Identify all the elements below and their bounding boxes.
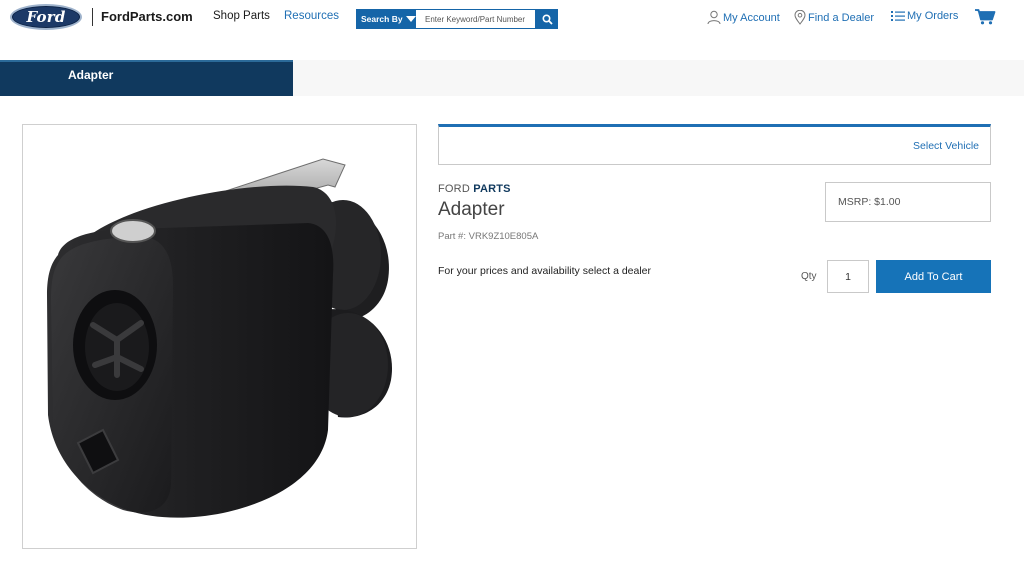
select-vehicle-link[interactable]: Select Vehicle [913,140,979,152]
my-orders-label: My Orders [907,10,959,22]
find-dealer-label: Find a Dealer [808,11,875,24]
qty-label: Qty [801,271,817,282]
search-by-dropdown[interactable]: Search By [356,9,416,29]
site-name-link[interactable]: FordParts.com [101,9,193,24]
part-number: Part #: VRK9Z10E805A [438,231,539,242]
site-header: Ford FordParts.com Shop Parts Resources … [0,0,1024,40]
logo-divider [92,8,93,26]
dealer-availability-message: For your prices and availability select … [438,265,652,277]
find-dealer-link[interactable]: Find a Dealer [794,10,874,25]
caret-down-icon [405,16,416,22]
nav-resources[interactable]: Resources [284,10,339,22]
msrp-price: MSRP: $1.00 [838,196,901,208]
search-by-label: Search By [361,14,403,24]
brand-prefix: FORD [438,183,470,195]
brand-label: FORD PARTS [438,183,511,195]
adapter-product-image [47,158,393,518]
ford-logo-text: Ford [26,8,66,26]
cart-icon [975,9,996,25]
product-image-box[interactable] [22,124,417,549]
page-title: Adapter [68,68,114,82]
my-orders-link[interactable]: My Orders [891,10,958,22]
ford-logo[interactable]: Ford [10,4,82,30]
qty-input[interactable] [827,260,869,293]
my-account-label: My Account [723,11,780,24]
msrp-box: MSRP: $1.00 [825,182,991,222]
page-title-bar: Adapter [0,60,293,96]
location-pin-icon [794,10,806,25]
select-vehicle-bar[interactable]: Select Vehicle [438,124,991,165]
cart-button[interactable] [975,9,996,30]
nav-shop-parts[interactable]: Shop Parts [213,10,270,22]
search-button[interactable] [536,9,558,29]
search-input[interactable] [416,9,536,29]
brand-suffix: PARTS [473,183,511,195]
search-icon [541,13,553,25]
list-icon [891,11,905,21]
my-account-link[interactable]: My Account [707,10,780,25]
add-to-cart-button[interactable]: Add To Cart [876,260,991,293]
user-icon [707,10,721,25]
product-name: Adapter [438,199,505,220]
